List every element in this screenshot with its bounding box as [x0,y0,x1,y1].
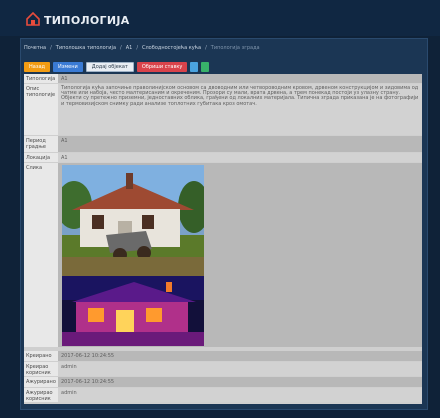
breadcrumb-item-a1[interactable]: А1 [126,45,133,51]
grid-view-icon[interactable] [190,62,199,72]
add-object-button[interactable]: Додај објекат [85,62,134,72]
field-value: admin [58,388,422,402]
house-photo[interactable] [62,165,204,276]
breadcrumb-item-typology[interactable]: Типолошка типологија [56,45,116,51]
house-logo-icon [26,12,40,26]
breadcrumb: Почетна / Типолошка типологија / А1 / Сл… [24,43,422,53]
table-row: Креирао корисник admin [24,362,422,376]
field-label: Период градње [24,136,58,152]
thermal-image[interactable] [62,276,204,346]
field-label: Креирано [24,351,58,361]
field-value: 2017-06-12 10:24:55 [58,377,422,387]
app-title: ТИПОЛОГИЈА [44,14,130,27]
field-label: Локација [24,153,58,162]
breadcrumb-item-home[interactable]: Почетна [24,45,46,51]
field-value: admin [58,362,422,376]
table-row: Период градње А1 [24,136,422,152]
breadcrumb-item-current: Типологија зграда [210,45,260,51]
table-row: Ажурирано 2017-06-12 10:24:55 [24,377,422,387]
top-bar: ТИПОЛОГИЈА [0,0,440,36]
field-label: Опис типологије [24,84,58,135]
breadcrumb-separator: / [120,45,122,51]
table-row: Креирано 2017-06-12 10:24:55 [24,351,422,361]
building-images [62,165,204,346]
toolbar: Назад Измени Додај објекат Обриши ставку [24,62,210,72]
field-label: Типологија [24,74,58,83]
field-value: 2017-06-12 10:24:55 [58,351,422,361]
back-button[interactable]: Назад [24,62,51,72]
field-value: А1 [58,74,422,83]
field-label: Слика [24,163,58,347]
field-value: А1 [58,153,422,162]
table-row: Опис типологије Типологија кућа започиње… [24,84,422,135]
breadcrumb-item-house[interactable]: Слободностојећа кућа [142,45,201,51]
field-value: А1 [58,136,422,152]
breadcrumb-separator: / [205,45,207,51]
breadcrumb-separator: / [50,45,52,51]
breadcrumb-separator: / [136,45,138,51]
edit-button[interactable]: Измени [53,62,83,72]
table-row: Локација А1 [24,153,422,162]
field-label: Ажурирао корисник [24,388,58,402]
list-view-icon[interactable] [201,62,210,72]
field-value: Типологија кућа започиње праволинијском … [58,84,422,135]
field-label: Ажурирано [24,377,58,387]
delete-button[interactable]: Обриши ставку [136,62,188,72]
field-label: Креирао корисник [24,362,58,376]
table-row: Типологија А1 [24,74,422,83]
table-row: Ажурирао корисник admin [24,388,422,402]
